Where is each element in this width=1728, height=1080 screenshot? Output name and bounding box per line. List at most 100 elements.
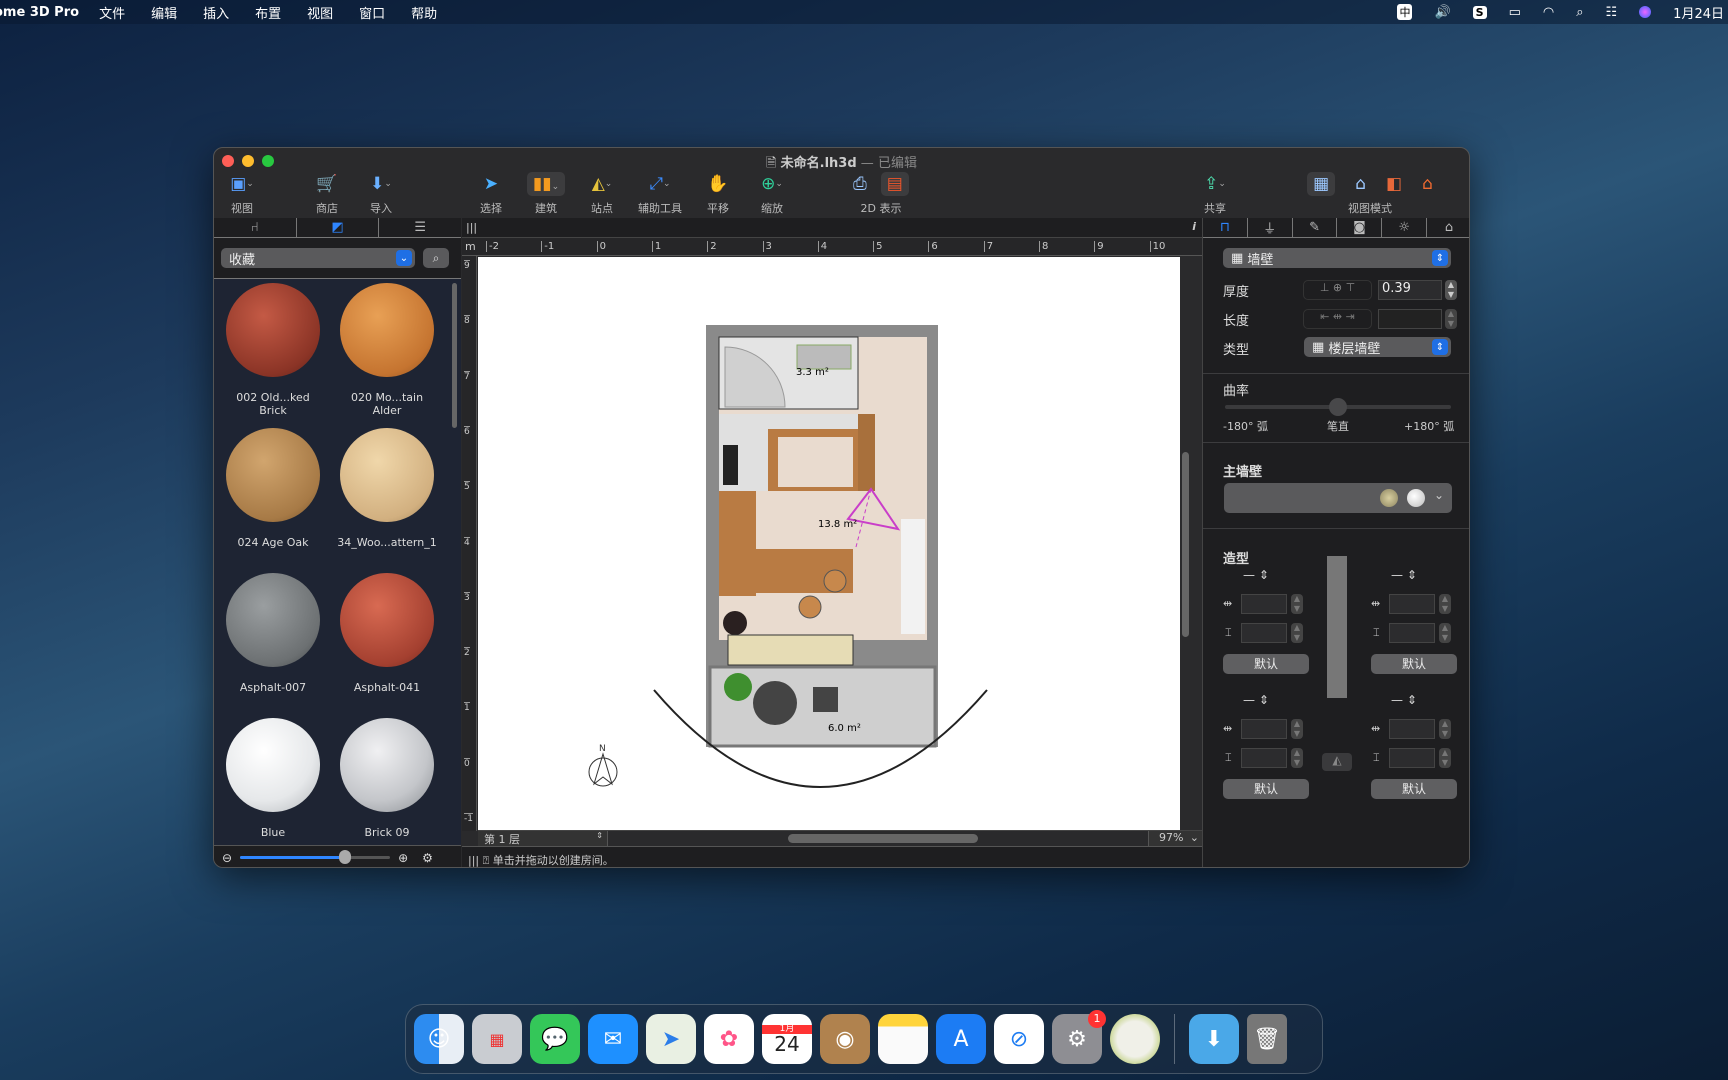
default-button[interactable]: 默认: [1371, 654, 1457, 674]
messages-icon[interactable]: 💬: [530, 1014, 580, 1064]
profile-height-input[interactable]: [1241, 623, 1287, 643]
profile-height-input[interactable]: [1241, 748, 1287, 768]
import-button[interactable]: ⬇ ⌄ 导入: [346, 172, 416, 216]
zoom-tool-button[interactable]: ⊕ ⌄ 缩放: [737, 172, 807, 216]
photos-icon[interactable]: ✿: [704, 1014, 754, 1064]
profile-height-stepper[interactable]: ▲ ▼: [1291, 623, 1303, 643]
menu-file[interactable]: 文件: [99, 3, 125, 22]
app-s-icon[interactable]: S: [1472, 5, 1487, 19]
profile-shape-selector[interactable]: — ⇕: [1243, 568, 1269, 582]
profile-shape-selector[interactable]: — ⇕: [1391, 693, 1417, 707]
maps-icon[interactable]: ➤: [646, 1014, 696, 1064]
clock[interactable]: 1月24日: [1673, 3, 1724, 22]
profile-width-stepper[interactable]: ▲ ▼: [1439, 594, 1451, 614]
split-view-icon[interactable]: ◧: [1386, 174, 1402, 194]
library-scrollbar[interactable]: [452, 283, 457, 428]
thickness-input[interactable]: 0.39: [1378, 280, 1442, 300]
thumb-size-slider[interactable]: [240, 850, 391, 864]
tab-list[interactable]: ☰: [379, 218, 461, 237]
profile-width-input[interactable]: [1241, 719, 1287, 739]
profile-width-stepper[interactable]: ▲ ▼: [1439, 719, 1451, 739]
mirror-profile-button[interactable]: ◭: [1322, 753, 1352, 771]
trash-icon[interactable]: 🗑: [1247, 1014, 1287, 1064]
material-item[interactable]: Brick 09: [335, 718, 439, 839]
curvature-slider[interactable]: [1225, 398, 1451, 416]
wifi-icon[interactable]: ◠: [1543, 5, 1554, 20]
profile-height-input[interactable]: [1389, 748, 1435, 768]
profile-height-stepper[interactable]: ▲ ▼: [1439, 623, 1451, 643]
material-item[interactable]: 020 Mo...tain Alder: [335, 283, 439, 417]
menu-help[interactable]: 帮助: [411, 3, 437, 22]
plan-render-icon[interactable]: ▤: [880, 172, 909, 196]
menu-insert[interactable]: 插入: [203, 3, 229, 22]
thickness-align-buttons[interactable]: ⊥ ⊕ ⊤: [1303, 280, 1372, 300]
profile-width-input[interactable]: [1389, 594, 1435, 614]
wall-type-dropdown[interactable]: ▦ 楼层墙壁 ⇕: [1304, 337, 1451, 357]
menu-edit[interactable]: 编辑: [151, 3, 177, 22]
default-button[interactable]: 默认: [1223, 654, 1309, 674]
live-home-3d-icon[interactable]: [1110, 1014, 1160, 1064]
level-selector[interactable]: 第 1 层 ⇕: [478, 831, 608, 846]
profile-width-stepper[interactable]: ▲ ▼: [1291, 719, 1303, 739]
notes-icon[interactable]: [878, 1014, 928, 1064]
material-item[interactable]: 34_Woo...attern_1: [335, 428, 439, 549]
system-preferences-icon[interactable]: ⚙ 1: [1052, 1010, 1106, 1064]
tab-camera[interactable]: ◙: [1337, 218, 1383, 237]
tab-dimensions[interactable]: ⊓: [1203, 218, 1248, 237]
tab-edit[interactable]: ✎: [1293, 218, 1338, 237]
render-view-icon[interactable]: ⌂: [1422, 174, 1433, 194]
menu-view[interactable]: 视图: [307, 3, 333, 22]
tab-materials[interactable]: ⏚: [1248, 218, 1293, 237]
plan-view-icon[interactable]: ▦: [1307, 172, 1336, 196]
tab-building[interactable]: ⌂: [1427, 218, 1469, 237]
plan-print-icon[interactable]: ⎙: [853, 174, 867, 194]
profile-height-stepper[interactable]: ▲ ▼: [1439, 748, 1451, 768]
collapse-handle-icon[interactable]: |||: [466, 221, 477, 234]
profile-height-input[interactable]: [1389, 623, 1435, 643]
material-item[interactable]: 024 Age Oak: [221, 428, 325, 549]
menu-app[interactable]: ome 3D Pro: [0, 5, 79, 20]
plan-canvas[interactable]: 3.3 m² 13.8 m² 6.0 m² N: [478, 257, 1180, 830]
profile-width-input[interactable]: [1389, 719, 1435, 739]
length-align-buttons[interactable]: ⇤ ⇹ ⇥: [1303, 309, 1372, 329]
launchpad-icon[interactable]: ▦: [472, 1014, 522, 1064]
safari-icon[interactable]: ⊘: [994, 1014, 1044, 1064]
profile-shape-selector[interactable]: — ⇕: [1391, 568, 1417, 582]
3d-view-icon[interactable]: ⌂: [1355, 174, 1366, 194]
finder-icon[interactable]: ☺: [414, 1014, 464, 1064]
profile-height-stepper[interactable]: ▲ ▼: [1291, 748, 1303, 768]
menu-window[interactable]: 窗口: [359, 3, 385, 22]
category-dropdown[interactable]: 收藏 ⌄: [221, 248, 415, 268]
siri-icon[interactable]: [1639, 6, 1652, 18]
input-method-icon[interactable]: 中: [1397, 4, 1413, 20]
zoom-in-icon[interactable]: ⊕: [398, 851, 408, 865]
horizontal-scrollbar[interactable]: [788, 834, 978, 843]
material-item[interactable]: 002 Old...ked Brick: [221, 283, 325, 417]
material-item[interactable]: Asphalt-007: [221, 573, 325, 694]
zoom-out-icon[interactable]: ⊖: [222, 851, 232, 865]
profile-width-stepper[interactable]: ▲ ▼: [1291, 594, 1303, 614]
volume-icon[interactable]: 🔊: [1434, 5, 1450, 20]
control-center-icon[interactable]: ☷: [1606, 5, 1618, 20]
calendar-icon[interactable]: 1月 24: [762, 1014, 812, 1064]
material-item[interactable]: Asphalt-041: [335, 573, 439, 694]
length-input[interactable]: [1378, 309, 1442, 329]
default-button[interactable]: 默认: [1223, 779, 1309, 799]
view-button[interactable]: ▣ ⌄ 视图: [214, 172, 277, 216]
info-icon[interactable]: i: [1192, 220, 1196, 233]
tab-light[interactable]: ☼: [1382, 218, 1428, 237]
main-wall-material-picker[interactable]: ⌄: [1224, 483, 1452, 513]
search-icon[interactable]: ⌕: [1576, 5, 1583, 20]
search-button[interactable]: ⌕: [423, 248, 449, 268]
menu-arrange[interactable]: 布置: [255, 3, 281, 22]
app-store-icon[interactable]: A: [936, 1014, 986, 1064]
downloads-folder-icon[interactable]: ⬇: [1189, 1014, 1239, 1064]
length-stepper[interactable]: ▲ ▼: [1445, 309, 1457, 329]
tab-materials[interactable]: ◩: [297, 218, 380, 237]
profile-shape-selector[interactable]: — ⇕: [1243, 693, 1269, 707]
tab-furniture[interactable]: ⑁: [214, 218, 297, 237]
material-item[interactable]: Blue: [221, 718, 325, 839]
mail-icon[interactable]: ✉: [588, 1014, 638, 1064]
share-button[interactable]: ⇪ ⌄ 共享: [1180, 172, 1250, 216]
thickness-stepper[interactable]: ▲ ▼: [1445, 280, 1457, 300]
